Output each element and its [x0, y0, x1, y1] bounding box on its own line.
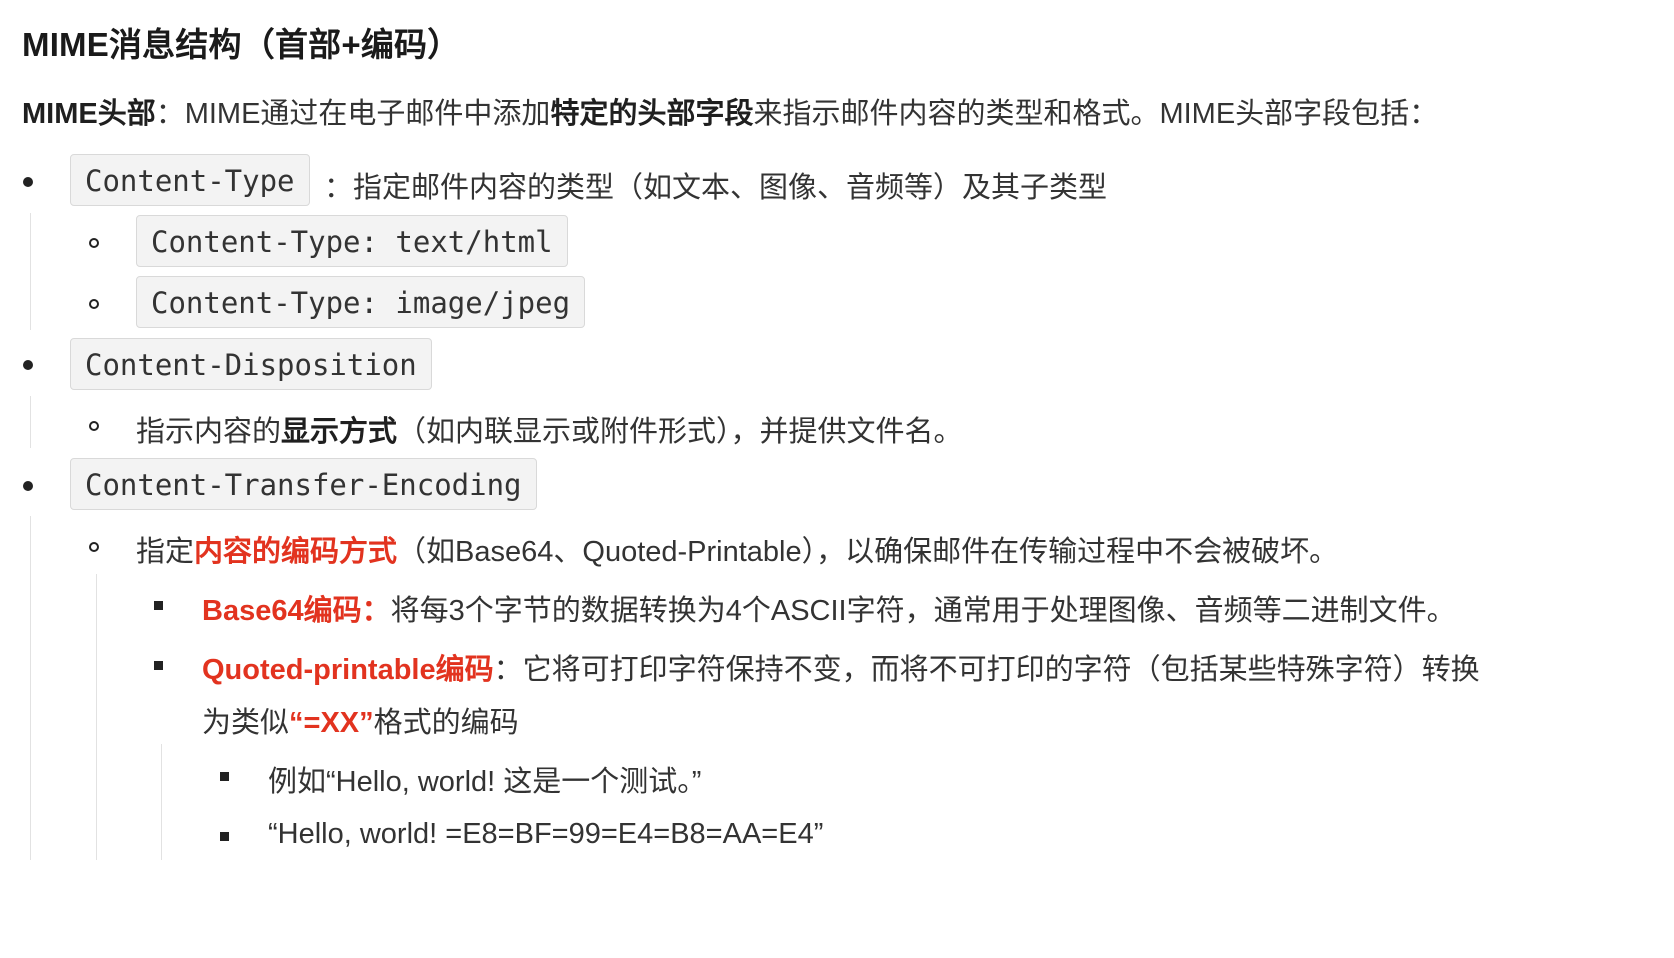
intro-bold-fields: 特定的头部字段 [550, 98, 754, 130]
nest-guide-level2 [96, 574, 97, 860]
disposition-bold: 显示方式 [281, 416, 398, 448]
bullet-circle [89, 299, 99, 309]
nest-guide-level1-b [30, 396, 31, 448]
example-encoded: “Hello, world! =E8=BF=99=E4=B8=AA=E4” [268, 818, 824, 850]
code-content-type-jpeg: Content-Type: image/jpeg [136, 276, 586, 328]
base64-text: 将每3个字节的数据转换为4个ASCII字符，通常用于处理图像、音频等二进制文件。 [390, 595, 1456, 627]
bullet-disc [23, 177, 33, 187]
code-content-disposition: Content-Disposition [70, 338, 432, 390]
bullet-circle [89, 421, 99, 431]
bullet-disc [23, 360, 33, 370]
base64-label: Base64编码： [202, 595, 391, 627]
example-original: 例如“Hello, world! 这是一个测试。” [268, 766, 702, 798]
qp-line2-text-a: 为类似 [202, 707, 290, 739]
intro-paragraph: MIME头部：MIME通过在电子邮件中添加特定的头部字段来指示邮件内容的类型和格… [22, 90, 1438, 132]
intro-text-1: ：MIME通过在电子邮件中添加 [155, 98, 551, 130]
bullet-circle [89, 238, 99, 248]
intro-bold-mime-header: MIME头部 [22, 98, 156, 130]
code-content-type-html: Content-Type: text/html [136, 215, 568, 267]
quoted-printable-line2: 为类似“=XX”格式的编码 [202, 699, 519, 741]
nest-guide-level1-c [30, 516, 31, 860]
encoding-text-1: 指定 [136, 536, 195, 568]
code-content-type: Content-Type [70, 154, 310, 206]
page-title: MIME消息结构（首部+编码） [22, 26, 461, 63]
encoding-highlight: 内容的编码方式 [194, 536, 398, 568]
quoted-printable-label: Quoted-printable编码 [202, 654, 494, 686]
disposition-text-1: 指示内容的 [136, 416, 282, 448]
disposition-text-2: （如内联显示或附件形式），并提供文件名。 [397, 416, 963, 448]
bullet-square [154, 661, 163, 670]
bullet-square [220, 772, 229, 781]
encoding-description: 指定内容的编码方式（如Base64、Quoted-Printable），以确保邮… [136, 528, 1338, 570]
nest-guide-level1-a [30, 213, 31, 330]
bullet-square [154, 601, 163, 610]
disposition-description: 指示内容的显示方式（如内联显示或附件形式），并提供文件名。 [136, 408, 963, 450]
bullet-disc [23, 481, 33, 491]
content-type-description: ：指定邮件内容的类型（如文本、图像、音频等）及其子类型 [324, 172, 1108, 204]
nest-guide-level3 [161, 744, 162, 860]
encoding-text-2: （如Base64、Quoted-Printable），以确保邮件在传输过程中不会… [397, 536, 1339, 568]
bullet-square [220, 832, 229, 841]
quoted-printable-description: Quoted-printable编码：它将可打印字符保持不变，而将不可打印的字符… [202, 646, 1480, 688]
qp-line2-highlight: “=XX” [289, 707, 374, 739]
bullet-circle [89, 542, 99, 552]
base64-description: Base64编码：将每3个字节的数据转换为4个ASCII字符，通常用于处理图像、… [202, 587, 1456, 629]
intro-text-2: 来指示邮件内容的类型和格式。MIME头部字段包括： [753, 98, 1439, 130]
code-content-transfer-encoding: Content-Transfer-Encoding [70, 458, 537, 510]
qp-line2-text-b: 格式的编码 [373, 707, 519, 739]
quoted-printable-text: ：它将可打印字符保持不变，而将不可打印的字符（包括某些特殊字符）转换 [493, 654, 1480, 686]
